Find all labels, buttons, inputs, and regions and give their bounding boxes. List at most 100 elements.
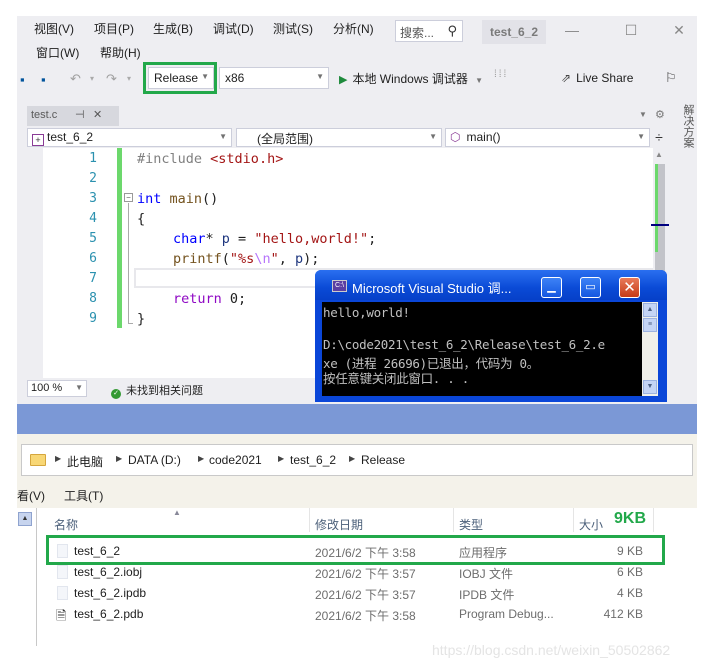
console-title: Microsoft Visual Studio 调...	[352, 281, 512, 296]
file-size: 4 KB	[616, 586, 643, 600]
pin-icon[interactable]: ⊣	[75, 108, 85, 121]
scope-value: (全局范围)	[257, 132, 313, 146]
menu-project[interactable]: 项目(P)	[94, 20, 134, 37]
chevron-down-icon: ▼	[219, 132, 227, 141]
column-divider[interactable]	[573, 508, 574, 532]
watermark: https://blog.csdn.net/weixin_50502862	[432, 642, 671, 658]
project-dropdown[interactable]: + test_6_2 ▼	[27, 128, 232, 147]
menu-help[interactable]: 帮助(H)	[100, 44, 141, 61]
chevron-down-icon: ▼	[75, 383, 83, 392]
column-header-date[interactable]: 修改日期	[315, 516, 363, 533]
console-scrollbar[interactable]: ▲ ≡ ▼	[642, 302, 658, 396]
run-label: 本地 Windows 调试器	[352, 72, 468, 86]
tab-list-dropdown-icon[interactable]: ▼	[639, 110, 647, 119]
breadcrumb-separator-icon[interactable]: ▶	[349, 454, 355, 463]
gear-icon[interactable]: ⚙	[655, 108, 665, 121]
menu-bar: 视图(V) 项目(P) 生成(B) 调试(D) 测试(S) 分析(N) 窗口(W…	[17, 16, 697, 60]
breadcrumb-separator-icon[interactable]: ▶	[116, 454, 122, 463]
platform-dropdown[interactable]: x86 ▼	[219, 67, 329, 89]
feedback-icon[interactable]: ⚐	[665, 70, 677, 86]
menu-view[interactable]: 视图(V)	[34, 20, 74, 37]
breadcrumb-this-pc[interactable]: 此电脑	[67, 453, 103, 470]
line-number: 5	[89, 231, 97, 246]
breadcrumb-separator-icon[interactable]: ▶	[278, 454, 284, 463]
breadcrumb-release[interactable]: Release	[361, 453, 405, 467]
check-circle-icon: ✓	[111, 389, 121, 399]
menu-tools[interactable]: 工具(T)	[64, 487, 103, 504]
save-icon[interactable]: ▪	[20, 72, 25, 87]
punctuation: *	[205, 231, 222, 247]
console-title-bar[interactable]: C:\ Microsoft Visual Studio 调... ▁ ▭ ✕	[315, 270, 667, 300]
change-marker	[655, 164, 658, 252]
column-divider[interactable]	[453, 508, 454, 532]
breadcrumb-separator-icon[interactable]: ▶	[55, 454, 61, 463]
live-share-button[interactable]: ⇗ Live Share	[561, 71, 633, 85]
console-minimize-button[interactable]: ▁	[541, 277, 562, 298]
file-row[interactable]: test_6_2.iobj 2021/6/2 下午 3:57 IOBJ 文件 6…	[53, 562, 663, 583]
close-tab-icon[interactable]: ✕	[93, 108, 102, 121]
configuration-highlight	[143, 62, 217, 94]
column-header-name[interactable]: 名称	[54, 516, 78, 533]
generic-file-icon	[57, 565, 68, 579]
breadcrumb-drive[interactable]: DATA (D:)	[128, 453, 181, 467]
undo-dropdown-icon[interactable]: ▾	[90, 74, 94, 83]
file-name: test_6_2.pdb	[74, 607, 144, 621]
console-maximize-button[interactable]: ▭	[580, 277, 601, 298]
address-bar[interactable]: ▶ 此电脑 ▶ DATA (D:) ▶ code2021 ▶ test_6_2 …	[21, 444, 693, 476]
caret-position-marker	[651, 224, 669, 226]
column-header-type[interactable]: 类型	[459, 516, 483, 533]
menu-view[interactable]: 看(V)	[17, 487, 45, 504]
redo-icon[interactable]: ↷	[106, 71, 117, 87]
menu-debug[interactable]: 调试(D)	[213, 20, 254, 37]
menu-build[interactable]: 生成(B)	[153, 20, 193, 37]
close-button[interactable]: ✕	[669, 22, 689, 39]
breadcrumb-separator-icon[interactable]: ▶	[198, 454, 204, 463]
solution-explorer-side-tab[interactable]: 解决方案	[677, 104, 694, 148]
menu-analyze[interactable]: 分析(N)	[333, 20, 374, 37]
breadcrumb-code2021[interactable]: code2021	[209, 453, 262, 467]
string-literal: "	[270, 251, 279, 267]
collapse-icon[interactable]: −	[124, 193, 133, 202]
console-close-button[interactable]: ✕	[619, 277, 640, 298]
split-window-icon[interactable]: ÷	[650, 128, 668, 147]
scope-dropdown[interactable]: (全局范围) ▼	[236, 128, 442, 147]
line-number: 9	[89, 311, 97, 326]
scroll-up-icon[interactable]: ▲	[643, 303, 657, 317]
scroll-up-icon[interactable]: ▲	[18, 512, 32, 526]
escape-sequence: \n	[254, 251, 271, 267]
issues-indicator[interactable]: ✓ 未找到相关问题	[111, 382, 203, 399]
pdb-file-icon: 🗎	[56, 608, 67, 623]
line-number: 7	[89, 271, 97, 286]
menu-window[interactable]: 窗口(W)	[36, 44, 79, 61]
tab-test-c[interactable]: test.c ⊣ ✕	[27, 106, 119, 126]
console-output[interactable]: hello,world! D:\code2021\test_6_2\Releas…	[322, 302, 642, 396]
document-tabstrip: test.c ⊣ ✕	[27, 106, 667, 126]
column-divider[interactable]	[653, 508, 654, 532]
breadcrumb-test-6-2[interactable]: test_6_2	[290, 453, 336, 467]
tab-label: test.c	[31, 109, 58, 121]
search-input[interactable]: 搜索... ⚲	[395, 20, 463, 42]
zoom-value: 100 %	[31, 382, 63, 394]
code-line-5: char* p = "hello,world!";	[173, 231, 376, 247]
file-row[interactable]: 🗎 test_6_2.pdb 2021/6/2 下午 3:58 Program …	[53, 604, 663, 625]
operator: =	[229, 231, 255, 247]
scroll-down-icon[interactable]: ▼	[643, 380, 657, 394]
menu-test[interactable]: 测试(S)	[273, 20, 313, 37]
chevron-down-icon: ▼	[429, 132, 437, 141]
redo-dropdown-icon[interactable]: ▾	[127, 74, 131, 83]
save-all-icon[interactable]: ▪	[41, 72, 46, 87]
start-debugging-button[interactable]: ▶ 本地 Windows 调试器 ▼	[339, 70, 483, 87]
line-number: 8	[89, 291, 97, 306]
minimize-button[interactable]: —	[562, 22, 582, 38]
member-dropdown[interactable]: ⬡ main() ▼	[445, 128, 650, 147]
pane-divider	[36, 508, 37, 646]
zoom-dropdown[interactable]: 100 % ▼	[27, 380, 87, 397]
maximize-button[interactable]: ☐	[621, 22, 641, 39]
file-row[interactable]: test_6_2.ipdb 2021/6/2 下午 3:57 IPDB 文件 4…	[53, 583, 663, 604]
column-divider[interactable]	[309, 508, 310, 532]
scroll-up-icon[interactable]: ▲	[655, 150, 663, 159]
search-icon: ⚲	[447, 23, 457, 38]
column-header-size[interactable]: 大小	[579, 516, 603, 533]
undo-icon[interactable]: ↶	[70, 71, 81, 87]
scroll-thumb[interactable]: ≡	[643, 318, 657, 332]
